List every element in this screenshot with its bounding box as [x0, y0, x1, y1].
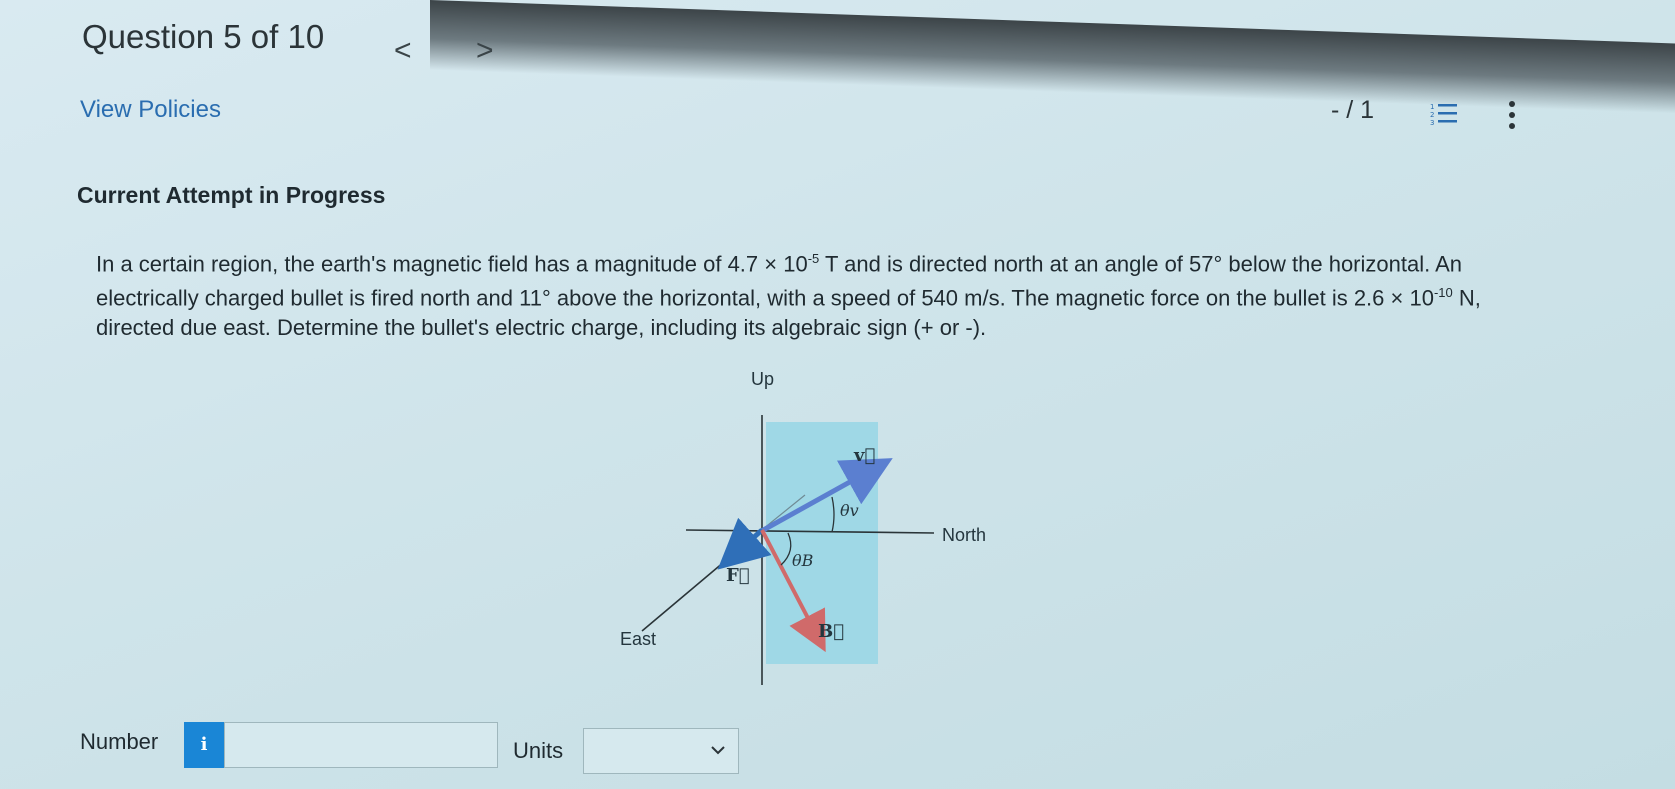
field-label: B⃗ — [818, 621, 845, 642]
list-icon[interactable]: 1 2 3 — [1430, 101, 1458, 127]
score-display: - / 1 — [1331, 96, 1375, 124]
question-text: In a certain region, the earth's magneti… — [96, 251, 1481, 340]
view-policies-link[interactable]: View Policies — [80, 96, 221, 124]
question-title: Question 5 of 10 — [82, 18, 325, 55]
info-icon[interactable]: i — [184, 722, 224, 768]
background-shade — [430, 0, 1675, 114]
force-label: F⃗ — [726, 565, 750, 586]
theta-v-label: θv — [840, 501, 859, 520]
more-vertical-icon[interactable] — [1507, 100, 1517, 130]
number-label: Number — [80, 729, 159, 754]
up-label: Up — [751, 369, 775, 389]
east-label: East — [620, 629, 657, 649]
svg-text:1: 1 — [1430, 103, 1434, 111]
attempt-status-heading: Current Attempt in Progress — [77, 182, 386, 208]
velocity-label: v⃗ — [854, 445, 876, 466]
svg-text:2: 2 — [1430, 111, 1434, 119]
north-label: North — [942, 525, 987, 545]
theta-b-label: θB — [792, 551, 814, 570]
force-vector — [717, 517, 772, 570]
units-dropdown[interactable] — [583, 728, 739, 774]
number-input[interactable] — [224, 722, 498, 768]
units-label: Units — [513, 738, 564, 763]
previous-question-button[interactable]: < — [394, 34, 412, 68]
chevron-down-icon — [711, 746, 725, 755]
svg-text:3: 3 — [1430, 119, 1434, 127]
physics-diagram: Up North East v⃗ F⃗ B⃗ θv θB — [600, 369, 1020, 705]
next-question-button[interactable]: > — [476, 34, 494, 68]
